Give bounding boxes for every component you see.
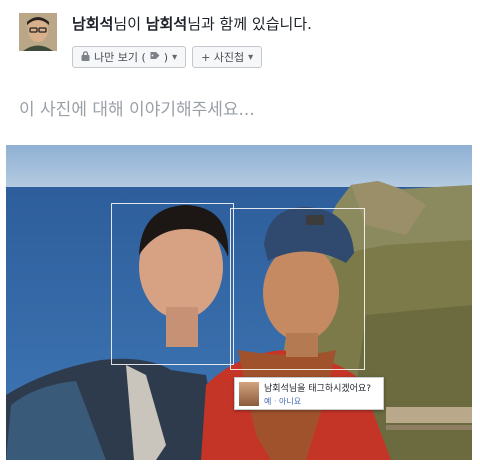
post-photo[interactable]: 남회석님을 태그하시겠어요? 예 · 아니요 [6, 145, 472, 460]
tag-actions-separator: · [271, 397, 280, 406]
privacy-label: 나만 보기 ( [94, 51, 146, 64]
privacy-selector[interactable]: 나만 보기 ( ) ▾ [72, 46, 187, 68]
tag-suggestion-popup: 남회석님을 태그하시겠어요? 예 · 아니요 [234, 377, 384, 410]
post-options: 나만 보기 ( ) ▾ + 사진첩 ▾ [72, 46, 263, 68]
tag-no-link[interactable]: 아니요 [279, 397, 301, 406]
tag-suggestion-thumbnail [239, 382, 259, 406]
face-tag-box-left[interactable] [111, 203, 234, 365]
caret-down-icon: ▾ [172, 51, 178, 63]
headline-tail: 님과 함께 있습니다. [187, 15, 312, 33]
post-headline: 남회석님이 남회석님과 함께 있습니다. [72, 14, 312, 34]
caption-input[interactable]: 이 사진에 대해 이야기해주세요... [19, 95, 255, 120]
album-label: + 사진첩 [201, 51, 245, 64]
tagger-name-link[interactable]: 남회석 [72, 15, 113, 33]
avatar-image [19, 13, 57, 51]
tag-suggestion-actions: 예 · 아니요 [264, 396, 301, 407]
face-tag-box-right[interactable] [230, 208, 365, 370]
poster-avatar[interactable] [19, 13, 57, 51]
tag-suggestion-question: 남회석님을 태그하시겠어요? [264, 384, 371, 394]
album-selector[interactable]: + 사진첩 ▾ [192, 46, 263, 68]
caret-down-icon: ▾ [248, 51, 254, 63]
headline-connector: 님이 [113, 15, 146, 33]
tagged-name-link[interactable]: 남회석 [146, 15, 187, 33]
privacy-suffix: ) [163, 50, 169, 64]
lock-icon [81, 50, 90, 64]
tag-icon [150, 51, 160, 63]
